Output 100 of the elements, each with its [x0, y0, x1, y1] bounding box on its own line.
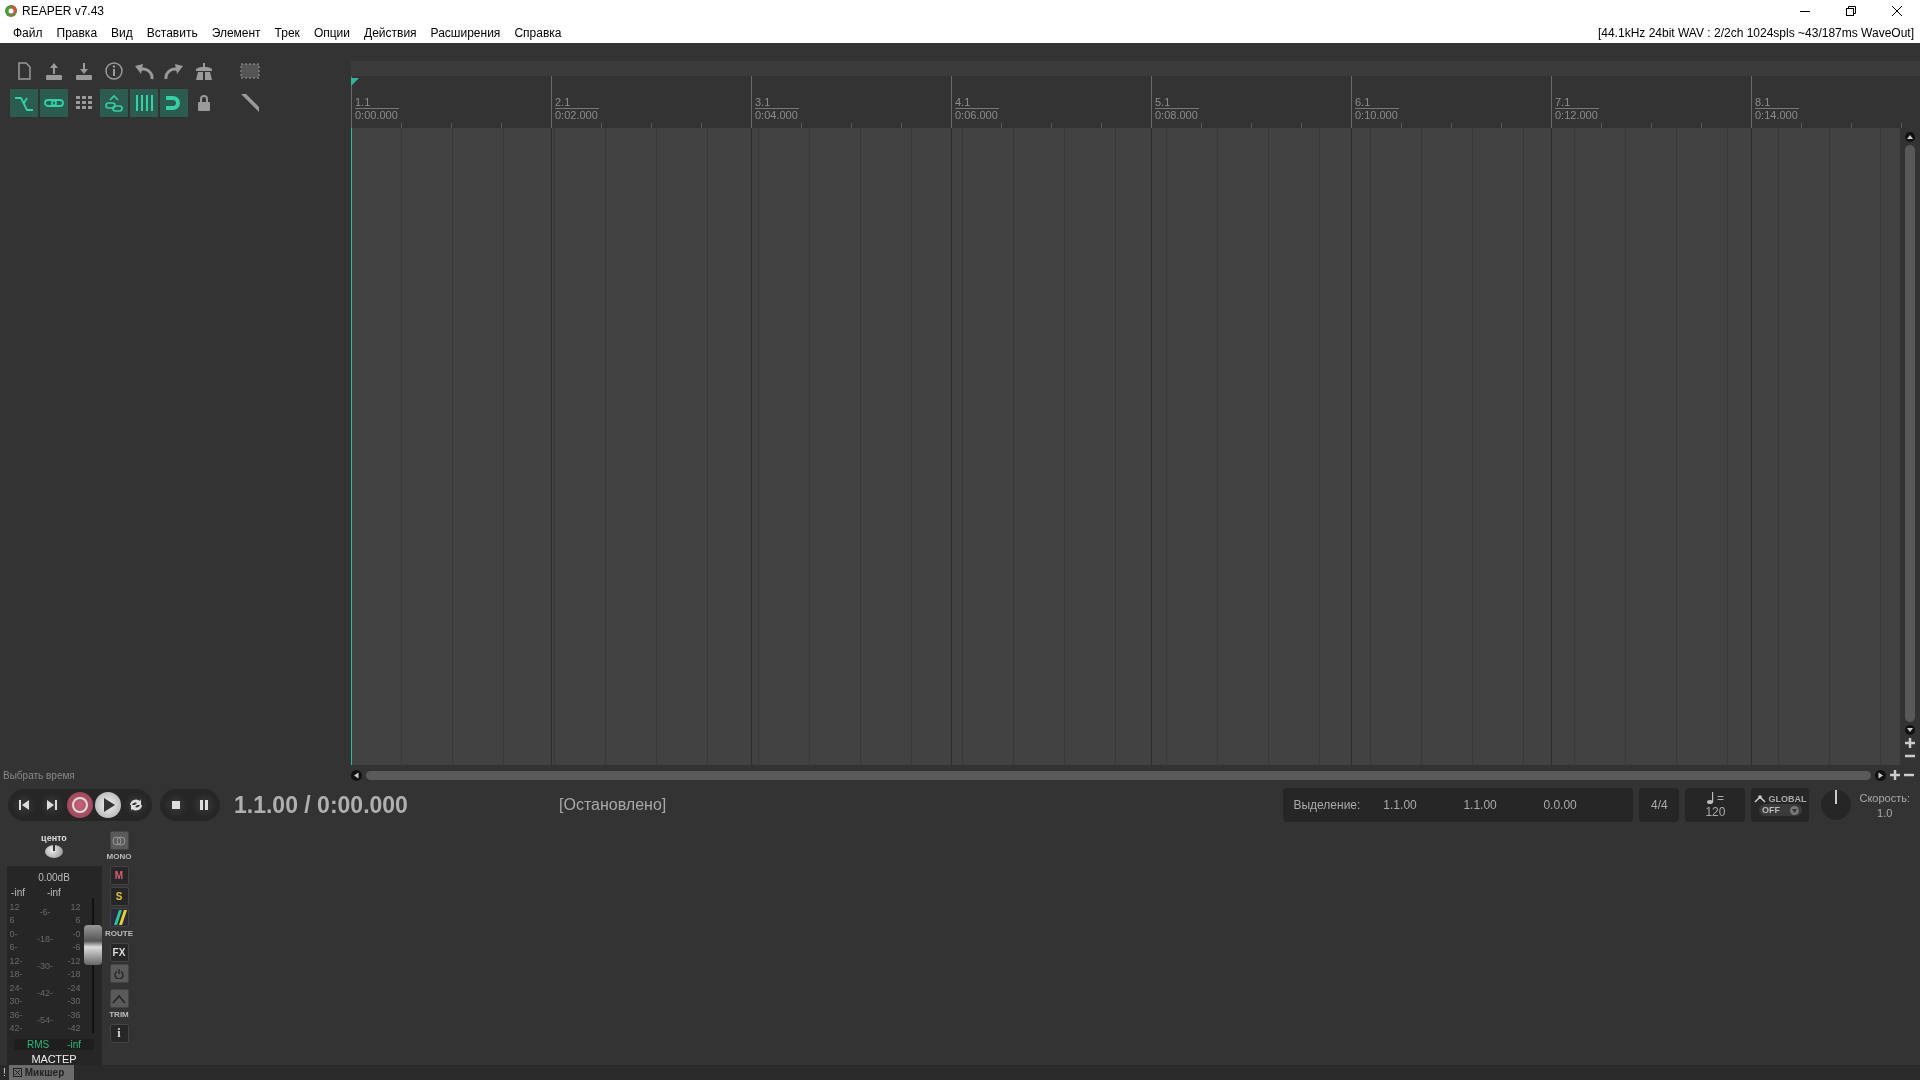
zoom-in-icon[interactable]: [1890, 770, 1900, 780]
menu-item[interactable]: Трек: [267, 25, 307, 40]
ruler-time-label: 0:04.000: [755, 109, 799, 122]
scroll-right-icon[interactable]: [1875, 769, 1886, 781]
ruler-bar-label: 3.1: [755, 96, 799, 109]
grid-lines-icon: [133, 92, 155, 114]
ruler-bar-label: 6.1: [1355, 96, 1399, 109]
selection-start[interactable]: 1.1.00: [1383, 798, 1464, 812]
scrollbar-thumb[interactable]: [1905, 145, 1915, 722]
meter-scale-label: -42-: [35, 987, 54, 998]
meter-scale-label: 12: [9, 902, 21, 912]
menu-item[interactable]: Расширения: [423, 25, 508, 40]
stop-button[interactable]: [163, 792, 189, 818]
toolbar-button[interactable]: [130, 89, 158, 117]
mono-button[interactable]: [109, 831, 129, 850]
record-button[interactable]: [67, 792, 93, 818]
ruler-bar-label: 5.1: [1155, 96, 1199, 109]
playrate-label: Скорость:: [1859, 791, 1910, 804]
trim-button[interactable]: [109, 989, 129, 1008]
play-state: [Остановлено]: [559, 796, 667, 814]
meter-scale-label: 18-: [9, 969, 24, 980]
pan-knob[interactable]: [45, 845, 63, 858]
ruler-icon: [239, 92, 261, 114]
ruler-time-label: 0:00.000: [355, 109, 399, 122]
toolbar-button[interactable]: [10, 89, 38, 117]
playrate-value: 1.0: [1877, 806, 1893, 819]
download-icon: [73, 60, 95, 82]
stripes-icon: [111, 910, 127, 925]
power-icon: [114, 968, 124, 979]
grouping-icon: [103, 92, 125, 114]
play-button[interactable]: [95, 792, 121, 818]
menu-item[interactable]: Элемент: [204, 25, 268, 40]
knob-pointer-icon: [53, 845, 55, 851]
menu-item[interactable]: Файл: [6, 25, 50, 40]
menu-item[interactable]: Вставить: [139, 25, 205, 40]
track-name: МАСТЕР: [31, 1053, 77, 1065]
peak-readout: -inf: [11, 887, 25, 898]
restore-icon: [1846, 6, 1856, 16]
meter-scale-label: 6: [9, 915, 16, 926]
meter-scale-label: -54-: [35, 1014, 54, 1025]
close-icon: [1892, 6, 1902, 16]
automation-panel[interactable]: GLOBAL OFF: [1751, 788, 1810, 822]
menu-item[interactable]: Вид: [104, 25, 140, 40]
meter-scale-label: -30: [66, 996, 81, 1007]
ruler-bar-label: 8.1: [1755, 96, 1799, 109]
rms-label: RMS: [26, 1039, 50, 1050]
mute-button[interactable]: M: [109, 866, 129, 885]
start-button[interactable]: [11, 792, 37, 818]
scrollbar-thumb[interactable]: [366, 770, 1871, 780]
toolbar-button[interactable]: [100, 89, 128, 117]
circles-icon: [112, 835, 126, 846]
button-caption: ROUTE: [105, 929, 133, 938]
info-icon: [103, 60, 125, 82]
end-button[interactable]: [39, 792, 65, 818]
envelope-icon: [1754, 795, 1767, 803]
automation-mode-dropdown[interactable]: OFF: [1758, 804, 1802, 816]
fx-button[interactable]: FX: [109, 943, 129, 962]
meter-scale-label: 36-: [9, 1009, 24, 1020]
audio-status[interactable]: [44.1kHz 24bit WAV : 2/2ch 1024spls ~43/187ms WaveOut]: [1597, 25, 1920, 40]
ruler-time-label: 0:14.000: [1755, 109, 1799, 122]
ruler-time-label: 0:02.000: [555, 109, 599, 122]
selection-length[interactable]: 0.0.00: [1543, 798, 1624, 812]
menu-item[interactable]: Правка: [49, 25, 105, 40]
meter-scale-label: 24-: [9, 982, 24, 993]
edit-cursor-flag-icon[interactable]: [351, 78, 359, 86]
ruler-bar-label: 2.1: [555, 96, 599, 109]
window-title: REAPER v7.43: [22, 4, 106, 18]
tempo-sign: =: [1716, 791, 1724, 805]
meter-scale-label: 30-: [9, 996, 24, 1007]
scroll-left-icon[interactable]: [351, 769, 362, 781]
menu-item[interactable]: Действия: [357, 25, 424, 40]
solo-button[interactable]: S: [109, 887, 129, 906]
toolbar-button[interactable]: [160, 89, 188, 117]
time-signature[interactable]: 4/4: [1639, 788, 1680, 822]
app-logo-icon: [4, 4, 18, 18]
route-button[interactable]: [109, 908, 129, 927]
button-caption: MONO: [106, 852, 132, 861]
menu-item[interactable]: Опции: [306, 25, 357, 40]
repeat-button[interactable]: [123, 792, 149, 818]
selection-end[interactable]: 1.1.00: [1463, 798, 1544, 812]
tempo-panel[interactable]: = 120: [1685, 788, 1746, 822]
pause-button[interactable]: [191, 792, 217, 818]
meter-scale-label: 12-: [9, 955, 24, 966]
ruler-time-label: 0:12.000: [1555, 109, 1599, 122]
scroll-up-icon[interactable]: [1905, 132, 1915, 142]
ruler-bar-label: 7.1: [1555, 96, 1599, 109]
ruler-time-label: 0:08.000: [1155, 109, 1199, 122]
hint-text: Выбрать время: [2, 769, 76, 781]
menu-item[interactable]: Справка: [507, 25, 569, 40]
position-display: 1.1.00 / 0:00.000: [234, 791, 409, 819]
fader-thumb[interactable]: [83, 924, 102, 965]
playrate-knob[interactable]: [1821, 790, 1852, 820]
meter-scale-label: -24: [66, 982, 81, 993]
toolbar-button[interactable]: [40, 89, 68, 117]
info-button[interactable]: i: [109, 1024, 129, 1043]
scroll-down-icon[interactable]: [1905, 725, 1915, 735]
meter-scale-label: -42: [66, 1022, 81, 1033]
meter-scale-label: -18-: [35, 933, 54, 944]
zoom-in-icon[interactable]: [1905, 738, 1915, 748]
caret-icon: [1789, 805, 1799, 815]
